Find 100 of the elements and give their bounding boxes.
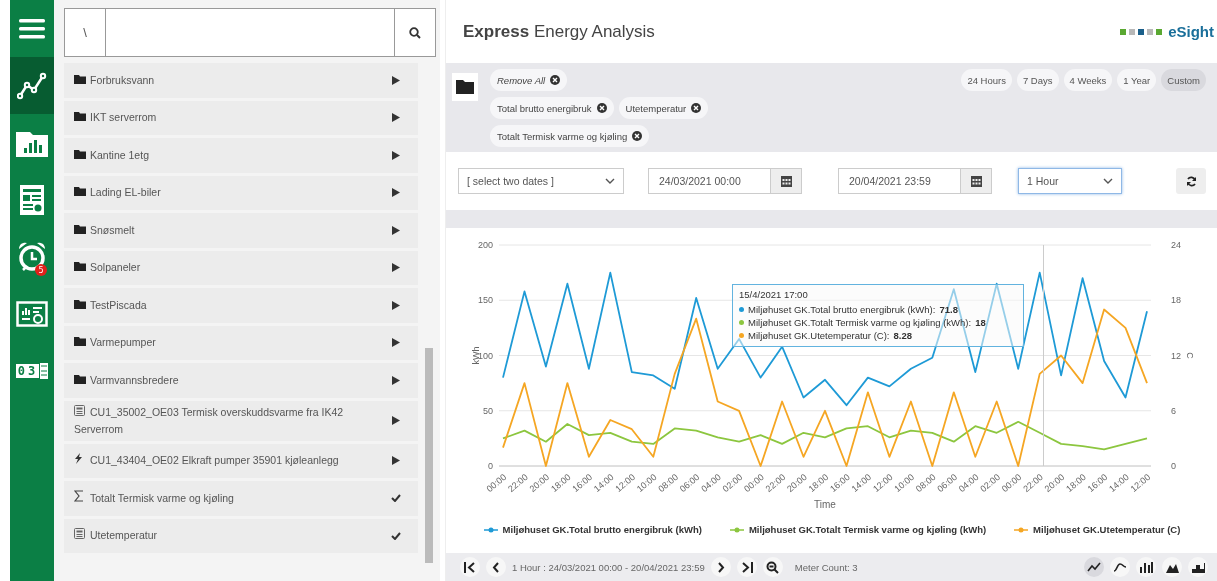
previous-button[interactable] bbox=[486, 557, 506, 577]
expand-arrow-icon[interactable] bbox=[392, 75, 400, 85]
tree-item[interactable]: Utetemperatur bbox=[64, 518, 418, 553]
end-date-field[interactable]: 20/04/2021 23:59 bbox=[838, 168, 961, 194]
dashboard-icon[interactable] bbox=[16, 300, 48, 327]
chart-type-button[interactable] bbox=[1110, 557, 1130, 577]
sidebar-item[interactable]: 03 bbox=[10, 342, 54, 399]
tree-item[interactable]: Lading EL-biler bbox=[64, 175, 418, 210]
tree-item[interactable]: CU1_43404_OE02 Elkraft pumper 35901 kjøleanlegg bbox=[64, 443, 418, 478]
expand-arrow-icon[interactable] bbox=[392, 416, 400, 425]
axis-title: C bbox=[1185, 352, 1195, 359]
zoom-out-icon bbox=[766, 560, 780, 574]
bolt-icon bbox=[74, 453, 82, 465]
legend-item[interactable]: Miljøhuset GK.Utetemperatur (C) bbox=[1014, 524, 1181, 535]
last-button[interactable] bbox=[736, 557, 757, 577]
range-button[interactable]: 24 Hours bbox=[961, 69, 1012, 91]
expand-arrow-icon[interactable] bbox=[392, 225, 400, 235]
folder-icon bbox=[74, 149, 86, 159]
tree-item[interactable]: IKT serverrom bbox=[64, 100, 418, 135]
column-chart-icon bbox=[1138, 560, 1154, 574]
close-icon[interactable] bbox=[550, 75, 561, 85]
y-tick-label: 18 bbox=[1171, 295, 1181, 306]
range-button[interactable]: 7 Days bbox=[1016, 69, 1059, 91]
range-summary: 1 Hour : 24/03/2021 00:00 - 20/04/2021 23:59 bbox=[512, 561, 705, 573]
remove-all-chip[interactable]: Remove All bbox=[490, 69, 568, 91]
tree-item-label: TestPiscada bbox=[74, 293, 384, 317]
tree-item[interactable]: Solpaneler bbox=[64, 250, 418, 285]
meter-chip[interactable]: Totalt Termisk varme og kjøling bbox=[490, 125, 650, 147]
expand-arrow-icon[interactable] bbox=[392, 150, 400, 160]
y-tick-label: 150 bbox=[477, 295, 493, 306]
tree-item[interactable]: TestPiscada bbox=[64, 288, 418, 323]
legend-marker-icon bbox=[1014, 526, 1029, 533]
expand-arrow-icon[interactable] bbox=[392, 263, 400, 273]
period-select[interactable]: [ select two dates ] bbox=[458, 168, 624, 194]
page-title: Express Energy Analysis bbox=[463, 21, 655, 42]
tooltip-line: Miljøhuset GK.Totalt Termisk varme og kjøling (kWh): 18 bbox=[739, 316, 1017, 329]
tree-item[interactable]: Snøsmelt bbox=[64, 213, 418, 248]
tree-item-label: Varmepumper bbox=[74, 331, 384, 355]
tree-item-label: Snøsmelt bbox=[74, 218, 384, 242]
tree-item-label: Utetemperatur bbox=[74, 524, 384, 548]
sidebar-item[interactable]: 5 bbox=[10, 228, 54, 285]
tree-item[interactable]: Totalt Termisk varme og kjøling bbox=[64, 481, 418, 516]
expand-arrow-icon[interactable] bbox=[392, 338, 400, 348]
expand-arrow-icon[interactable] bbox=[392, 188, 400, 198]
close-icon[interactable] bbox=[691, 103, 702, 113]
tree-item-label: CU1_35002_OE03 Termisk overskuddsvarme fra IK42 Serverrom bbox=[74, 403, 345, 437]
folder-icon bbox=[74, 299, 86, 309]
folder-icon bbox=[74, 224, 86, 234]
expand-arrow-icon[interactable] bbox=[392, 113, 400, 123]
tree-item[interactable]: Varmepumper bbox=[64, 325, 418, 360]
tree-item[interactable]: CU1_35002_OE03 Termisk overskuddsvarme fra IK42 Serverrom bbox=[64, 400, 418, 441]
sum-icon bbox=[74, 489, 84, 502]
close-icon[interactable] bbox=[632, 131, 643, 141]
sidebar-item[interactable] bbox=[10, 57, 54, 114]
chevron-down-icon bbox=[605, 178, 615, 184]
refresh-button[interactable] bbox=[1176, 168, 1206, 194]
expand-arrow-icon[interactable] bbox=[392, 456, 400, 466]
chevron-down-icon bbox=[1103, 178, 1113, 184]
alarm-clock-icon[interactable] bbox=[17, 240, 47, 273]
calendar-button[interactable] bbox=[771, 168, 802, 194]
calendar-button[interactable] bbox=[961, 168, 992, 194]
interval-select[interactable]: 1 Hour bbox=[1018, 168, 1122, 194]
first-button[interactable] bbox=[460, 557, 480, 577]
folder-icon bbox=[74, 112, 86, 122]
tree-item[interactable]: Forbruksvann bbox=[64, 63, 418, 98]
range-button[interactable]: 4 Weeks bbox=[1063, 69, 1113, 91]
expand-arrow-icon[interactable] bbox=[392, 375, 400, 385]
document-icon[interactable] bbox=[19, 183, 45, 216]
meter-chip[interactable]: Utetemperatur bbox=[618, 97, 709, 119]
axis-title: Time bbox=[814, 499, 836, 510]
tree-item-label: Solpaneler bbox=[74, 256, 384, 280]
folder-icon bbox=[74, 74, 86, 84]
chart-type-button[interactable] bbox=[1136, 557, 1156, 577]
start-date-field[interactable]: 24/03/2021 00:00 bbox=[648, 168, 771, 194]
menu-icon[interactable] bbox=[19, 17, 45, 40]
chart-type-button[interactable] bbox=[1188, 557, 1208, 577]
range-button[interactable]: 1 Year bbox=[1117, 69, 1157, 91]
y-tick-label: 50 bbox=[483, 405, 493, 416]
expand-arrow-icon[interactable] bbox=[392, 300, 400, 310]
last-page-icon bbox=[740, 561, 753, 573]
zoom-out-button[interactable] bbox=[762, 557, 783, 577]
y-tick-label: 12 bbox=[1171, 350, 1181, 361]
tree-item-label: Lading EL-biler bbox=[74, 181, 384, 205]
folder-button[interactable] bbox=[452, 73, 478, 101]
legend-item[interactable]: Miljøhuset GK.Total brutto energibruk (kWh) bbox=[483, 524, 702, 535]
folder-icon bbox=[74, 337, 86, 347]
range-button[interactable]: Custom bbox=[1161, 69, 1206, 91]
notification-badge: 5 bbox=[35, 264, 47, 276]
legend-item[interactable]: Miljøhuset GK.Totalt Termisk varme og kjøling (kWh) bbox=[729, 524, 987, 535]
close-icon[interactable] bbox=[596, 103, 607, 113]
meter-icon bbox=[74, 404, 85, 416]
tree-item-label: Kantine 1etg bbox=[74, 143, 384, 167]
tree-item[interactable]: Varmvannsbredere bbox=[64, 363, 418, 398]
tree-item[interactable]: Kantine 1etg bbox=[64, 138, 418, 173]
next-button[interactable] bbox=[710, 557, 731, 577]
folder-icon bbox=[74, 187, 86, 197]
chart-type-button[interactable] bbox=[1084, 557, 1104, 577]
meter-chip[interactable]: Total brutto energibruk bbox=[490, 97, 614, 119]
line-chart-icon[interactable] bbox=[17, 71, 47, 100]
chart-type-button[interactable] bbox=[1162, 557, 1182, 577]
